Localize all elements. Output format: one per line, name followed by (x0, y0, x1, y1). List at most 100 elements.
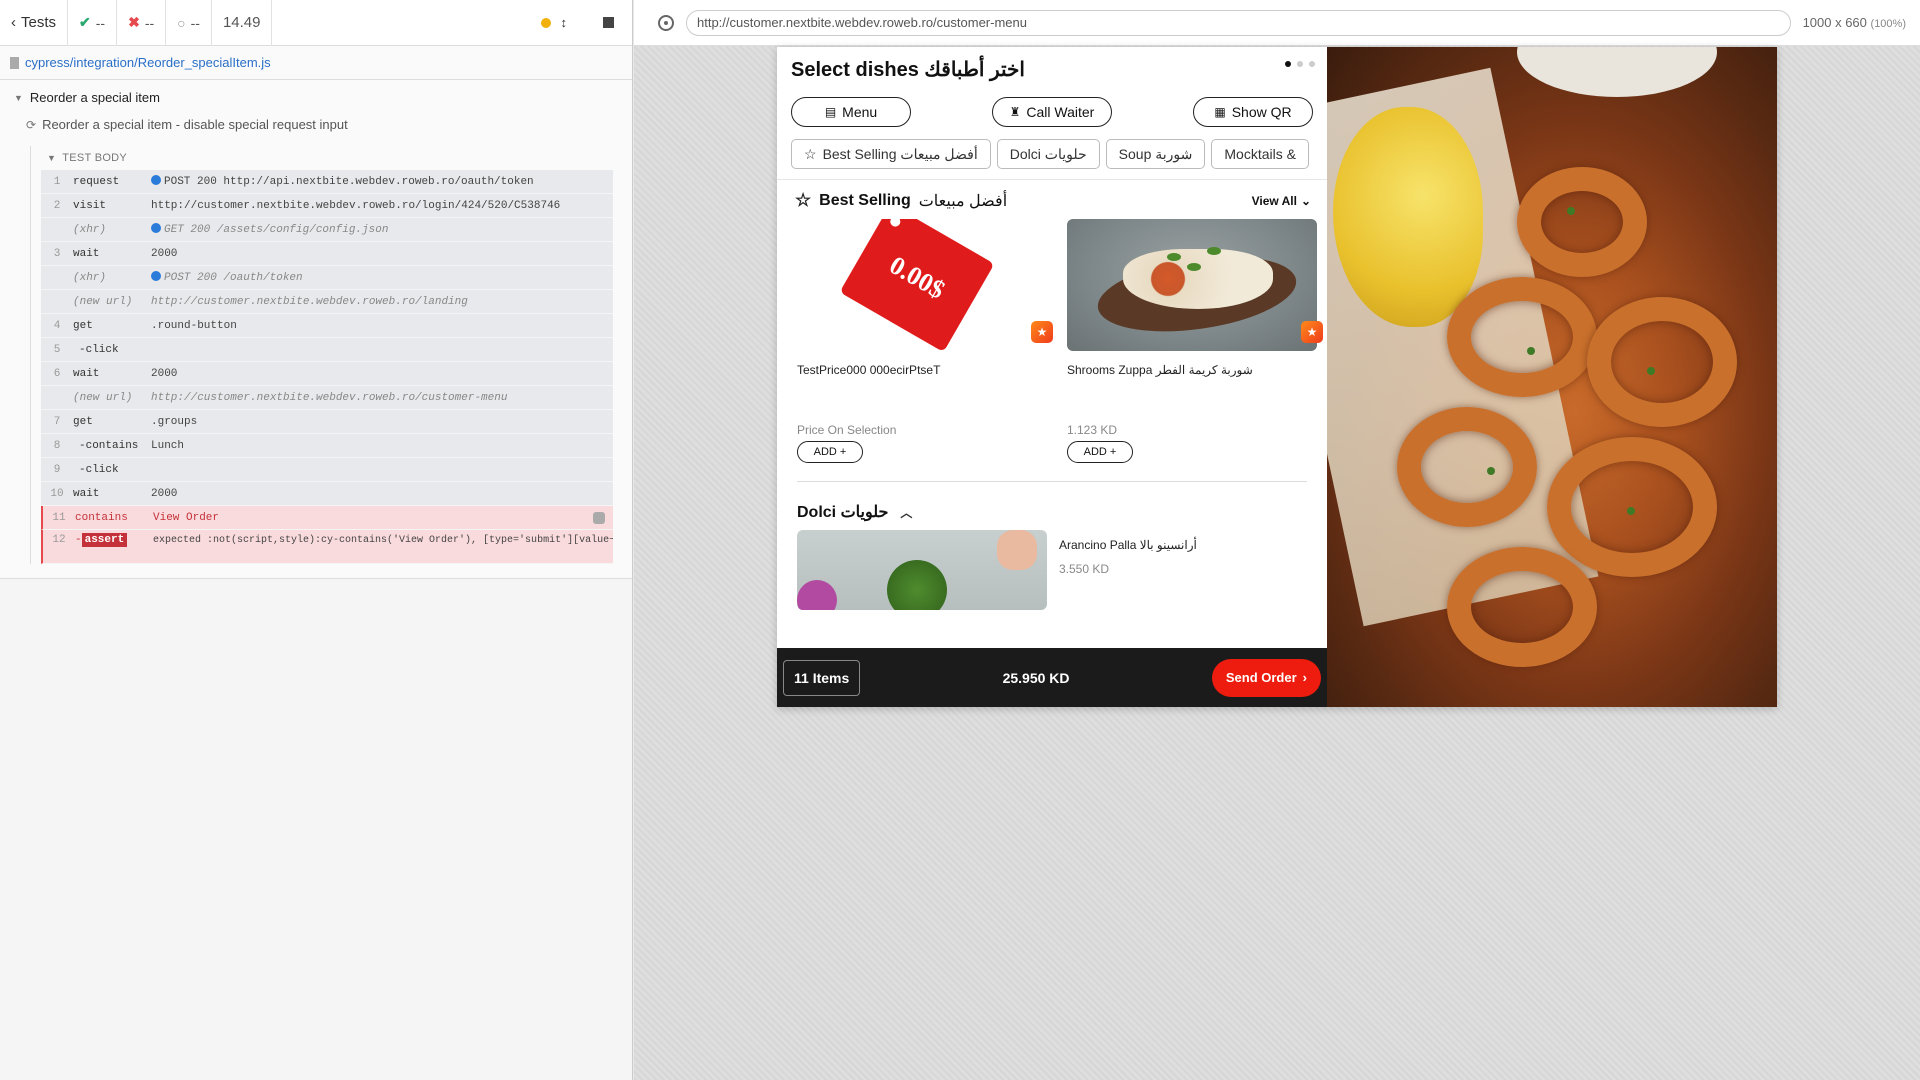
favorite-star-icon[interactable]: ★ (1301, 321, 1323, 343)
command-message: POST 200 http://api.nextbite.webdev.rowe… (151, 175, 613, 188)
favorite-star-icon[interactable]: ★ (1031, 321, 1053, 343)
command-name: contains (75, 511, 128, 524)
suite-title-text: Reorder a special item (29, 90, 160, 105)
waiter-icon: ♜ (1009, 105, 1021, 119)
test-title[interactable]: ⟳ Reorder a special item - disable speci… (0, 111, 632, 138)
pin-icon[interactable] (593, 511, 605, 524)
test-title-text: Reorder a special item - disable special… (42, 117, 348, 132)
view-all-button[interactable]: View All ⌄ (1252, 194, 1311, 208)
command-number: 5 (53, 343, 61, 356)
runner-toolbar: ‹ Tests ✔ -- ✖ -- ○ -- 14.49 ↕ (0, 0, 632, 46)
command-row[interactable]: 2 visit http://customer.nextbite.webdev.ro… (41, 194, 613, 218)
command-row[interactable]: 5 -click (41, 338, 613, 362)
menu-button[interactable]: ▤ Menu (791, 97, 911, 127)
carousel-dots[interactable] (1285, 61, 1315, 67)
add-button[interactable]: ADD + (797, 441, 863, 463)
command-row[interactable]: 1 request POST 200 http://api.nextbite.web… (41, 170, 613, 194)
section-title-en: Best Selling (819, 191, 911, 209)
command-message-text: .groups (151, 415, 198, 428)
tests-label: Tests (21, 14, 57, 31)
order-bar: 11 Items 25.950 KD Send Order › (777, 648, 1327, 707)
add-button[interactable]: ADD + (1067, 441, 1133, 463)
command-row[interactable]: 4 get .round-button (41, 314, 613, 338)
product-card[interactable]: ★ Shrooms Zuppa شوربة كريمة الفطر 1.123 … (1067, 219, 1323, 463)
tests-back-button[interactable]: ‹ Tests (0, 0, 69, 46)
product-image: 0.00$ (797, 219, 1047, 351)
dot (1309, 61, 1315, 67)
tab-soup[interactable]: Soup شوربة (1105, 139, 1206, 169)
command-name: get (73, 415, 93, 428)
command-row[interactable]: 3 wait 2000 (41, 242, 613, 266)
test-body-label-text: TEST BODY (62, 152, 128, 164)
pending-value: -- (190, 14, 200, 31)
star-icon: ☆ (795, 190, 812, 210)
tab-mocktails[interactable]: Mocktails & (1211, 139, 1309, 169)
menu-button-label: Menu (842, 104, 878, 120)
command-row[interactable]: (new url) http://customer.nextbite.webdev… (41, 386, 613, 410)
check-icon: ✔ (79, 14, 91, 30)
call-waiter-button[interactable]: ♜ Call Waiter (992, 97, 1112, 127)
leaf-shape (887, 560, 947, 610)
command-row[interactable]: 6 wait 2000 (41, 362, 613, 386)
chevron-down-icon: ⌄ (1300, 193, 1311, 208)
command-number: 9 (53, 463, 61, 476)
tab-best-selling[interactable]: ☆ Best Selling أفضل مبيعات (791, 139, 991, 169)
command-row[interactable]: 8 -contains Lunch (41, 434, 613, 458)
dot-active (1285, 61, 1291, 67)
command-message-text: 2000 (151, 487, 178, 500)
calamari-ring (1517, 167, 1647, 277)
suite-block: ▼ Reorder a special item ⟳ Reorder a spe… (0, 80, 632, 579)
dolci-header[interactable]: Dolci حلويات ︿ (777, 482, 1327, 530)
command-row[interactable]: (xhr) POST 200 /oauth/token (41, 266, 613, 290)
target-icon[interactable] (658, 14, 674, 31)
command-row[interactable]: (xhr) GET 200 /assets/config/config.json (41, 218, 613, 242)
herb-shape (1167, 253, 1181, 261)
autoscroll-toggle-icon[interactable]: ↕ (561, 15, 568, 30)
command-row[interactable]: 7 get .groups (41, 410, 613, 434)
product-name: Shrooms Zuppa شوربة كريمة الفطر (1067, 363, 1253, 377)
command-row-assert[interactable]: 12 - assert expected :not(script,style):c… (41, 530, 613, 564)
qr-icon: ▦ (1214, 105, 1226, 119)
command-row[interactable]: (new url) http://customer.nextbite.webdev… (41, 290, 613, 314)
command-name: -click (79, 343, 119, 356)
show-qr-button[interactable]: ▦ Show QR (1193, 97, 1313, 127)
command-name: (xhr) (73, 271, 107, 284)
status-dot-icon (151, 175, 161, 185)
show-qr-label: Show QR (1231, 104, 1292, 120)
herb-shape (1647, 367, 1655, 375)
command-message-text: http://customer.nextbite.webdev.roweb.ro… (151, 199, 561, 212)
section-title: ☆ Best Selling أفضل مبيعات (795, 190, 1007, 211)
command-number: 3 (53, 247, 61, 260)
command-row[interactable]: 11 contains View Order (41, 506, 613, 530)
dolci-name: Arancino Palla أرانسينو بالا (1059, 538, 1197, 552)
test-body-label[interactable]: ▼ TEST BODY (41, 146, 632, 170)
command-message-text: .round-button (151, 319, 237, 332)
spec-path-link[interactable]: cypress/integration/Reorder_specialItem.… (25, 55, 271, 70)
best-selling-header: ☆ Best Selling أفضل مبيعات View All ⌄ (777, 180, 1327, 219)
url-input[interactable]: http://customer.nextbite.webdev.roweb.ro… (686, 9, 1791, 36)
send-order-button[interactable]: Send Order › (1211, 658, 1321, 697)
command-message-text: 2000 (151, 247, 178, 260)
product-image (1067, 219, 1317, 351)
file-icon (10, 56, 19, 69)
calamari-ring (1587, 297, 1737, 427)
hero-image (1327, 47, 1777, 707)
dolci-item[interactable]: Arancino Palla أرانسينو بالا 3.550 KD (777, 530, 1327, 610)
command-name: get (73, 319, 93, 332)
product-card[interactable]: 0.00$ ★ TestPrice000 000ecirPtseT Price … (797, 219, 1053, 463)
tab-dolci[interactable]: Dolci حلويات (996, 139, 1100, 169)
command-name: visit (73, 199, 107, 212)
status-dot-icon (151, 223, 161, 233)
stop-icon[interactable] (603, 17, 614, 28)
price-tag-image: 0.00$ (839, 219, 995, 351)
suite-title[interactable]: ▼ Reorder a special item (0, 84, 632, 111)
command-number: 6 (53, 367, 61, 380)
star-icon: ☆ (804, 145, 817, 162)
command-name: -click (79, 463, 119, 476)
dolci-image (797, 530, 1047, 610)
command-row[interactable]: 9 -click (41, 458, 613, 482)
items-count-button[interactable]: 11 Items (783, 659, 861, 696)
x-icon: ✖ (128, 14, 140, 30)
command-name: request (73, 175, 120, 188)
command-row[interactable]: 10 wait 2000 (41, 482, 613, 506)
